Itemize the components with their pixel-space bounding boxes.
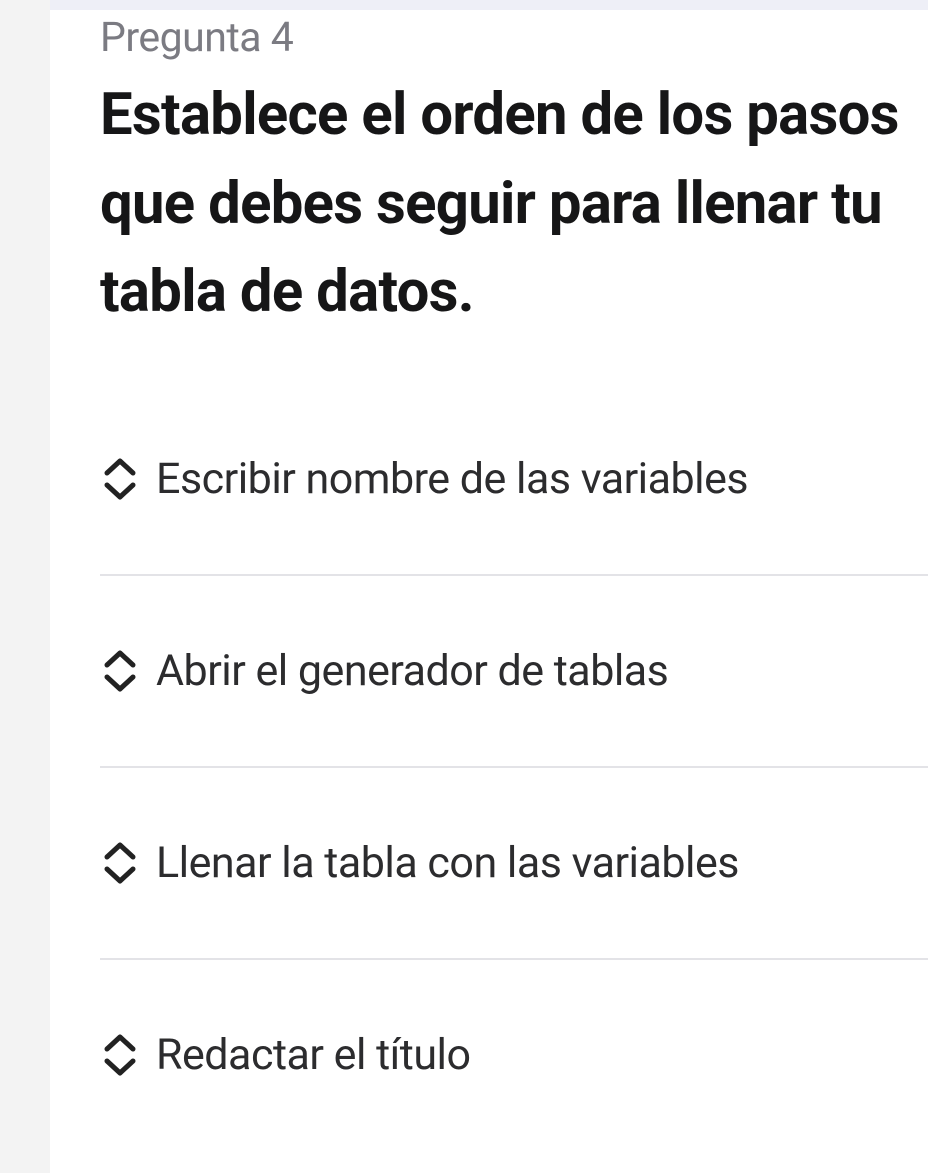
question-title: Establece el orden de los pasos que debe… bbox=[100, 71, 928, 335]
sort-handle-icon[interactable] bbox=[100, 842, 140, 884]
order-item-text: Redactar el título bbox=[156, 1030, 471, 1080]
sort-handle-icon[interactable] bbox=[100, 458, 140, 500]
top-header-strip bbox=[50, 0, 928, 10]
order-item[interactable]: Redactar el título bbox=[100, 960, 928, 1090]
sort-handle-icon[interactable] bbox=[100, 1034, 140, 1076]
order-item-text: Llenar la tabla con las variables bbox=[156, 838, 739, 888]
order-item[interactable]: Abrir el generador de tablas bbox=[100, 576, 928, 768]
question-number-label: Pregunta 4 bbox=[100, 10, 928, 67]
ordering-list: Escribir nombre de las variables Abrir e… bbox=[50, 444, 928, 1090]
order-item[interactable]: Escribir nombre de las variables bbox=[100, 444, 928, 576]
left-gutter bbox=[0, 0, 50, 1173]
order-item-text: Escribir nombre de las variables bbox=[156, 454, 748, 504]
question-page: Pregunta 4 Establece el orden de los pas… bbox=[0, 0, 928, 1173]
sort-handle-icon[interactable] bbox=[100, 650, 140, 692]
content-column: Pregunta 4 Establece el orden de los pas… bbox=[50, 0, 928, 1173]
question-header: Pregunta 4 Establece el orden de los pas… bbox=[50, 10, 928, 336]
order-item-text: Abrir el generador de tablas bbox=[156, 646, 668, 696]
order-item[interactable]: Llenar la tabla con las variables bbox=[100, 768, 928, 960]
